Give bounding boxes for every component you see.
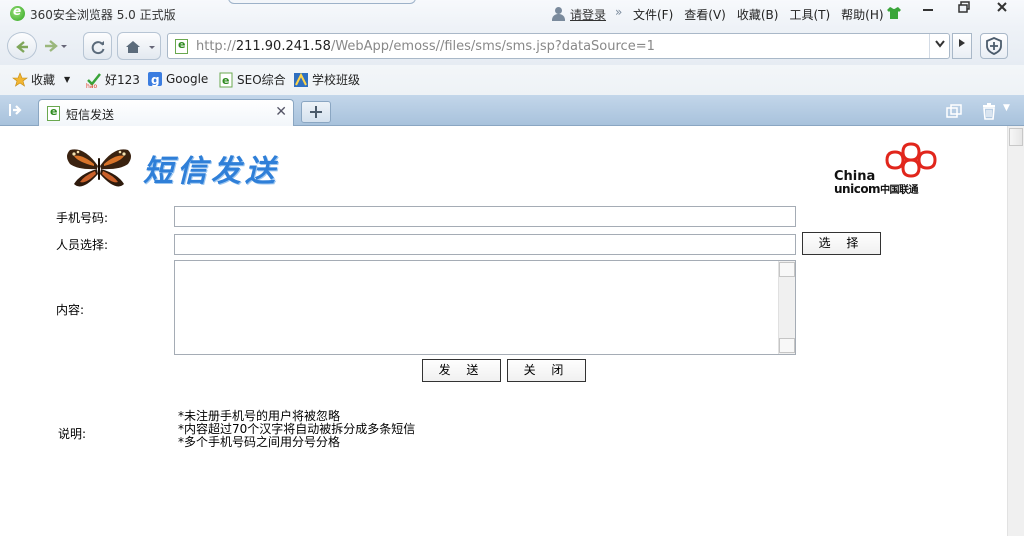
menu-file[interactable]: 文件(F) xyxy=(633,6,673,23)
window-title: 360安全浏览器 5.0 正式版 xyxy=(30,8,176,22)
bookmark-hao123[interactable]: hao 好123 xyxy=(86,71,140,88)
url-text[interactable]: http://211.90.241.58/WebApp/emoss//files… xyxy=(196,39,655,54)
person-select-input[interactable] xyxy=(174,234,796,255)
google-icon: g xyxy=(148,72,162,87)
navigation-bar: http://211.90.241.58/WebApp/emoss//files… xyxy=(0,28,1024,65)
select-person-button[interactable]: 选 择 xyxy=(802,232,881,255)
menu-favorites[interactable]: 收藏(B) xyxy=(737,6,779,23)
page-e-icon: e xyxy=(219,72,233,87)
tab-sms-send[interactable]: 短信发送 ✕ xyxy=(38,99,294,126)
home-button[interactable] xyxy=(117,32,161,60)
unicom-knot-icon xyxy=(885,142,937,178)
url-history-dropdown[interactable] xyxy=(929,34,949,58)
scrollbar-thumb[interactable] xyxy=(1009,128,1023,146)
svg-text:g: g xyxy=(151,73,160,87)
logo-text-cn: 中国联通 xyxy=(880,185,919,196)
notes-list: *未注册手机号的用户将被忽略 *内容超过70个汉字将自动被拆分成多条短信 *多个… xyxy=(178,410,415,449)
star-icon xyxy=(12,71,28,87)
url-prefix: http:// xyxy=(196,39,236,54)
tab-favicon-icon xyxy=(47,105,60,121)
textarea-scrollbar[interactable] xyxy=(778,261,795,354)
bookmark-label: SEO综合 xyxy=(237,73,286,87)
favorites-bar: 收藏 ▼ hao 好123 g Google e SEO综合 学校班级 xyxy=(0,65,1024,95)
tab-close-icon[interactable]: ✕ xyxy=(275,104,287,120)
refresh-icon xyxy=(91,41,105,55)
svg-text:e: e xyxy=(222,74,229,87)
menu-tools[interactable]: 工具(T) xyxy=(789,6,830,23)
menu-chevron-icon: » xyxy=(615,5,623,19)
home-icon xyxy=(126,41,155,53)
forward-button[interactable] xyxy=(38,32,74,60)
shield-icon xyxy=(986,37,1002,55)
arrow-left-icon xyxy=(16,41,28,53)
login-link[interactable]: 请登录 xyxy=(570,6,606,23)
new-tab-button[interactable] xyxy=(301,101,331,123)
bookmark-google[interactable]: g Google xyxy=(147,71,208,87)
security-shield-button[interactable] xyxy=(980,33,1008,59)
close-window-button[interactable] xyxy=(985,0,1019,20)
tab-bar: 短信发送 ✕ ▼ xyxy=(0,95,1024,126)
tab-notch xyxy=(228,0,416,4)
bookmark-seo[interactable]: e SEO综合 xyxy=(218,71,286,88)
url-host: 211.90.241.58 xyxy=(235,39,331,54)
tab-title: 短信发送 xyxy=(66,108,115,122)
school-icon xyxy=(294,72,308,87)
browser-logo-icon xyxy=(10,4,25,21)
bookmark-label: 好123 xyxy=(105,73,140,87)
page-viewport: 短信发送 China unicom中国联通 手机号码: 人员选择: 选 择 内容… xyxy=(0,126,1007,536)
menu-help[interactable]: 帮助(H) xyxy=(841,6,883,23)
phone-label: 手机号码: xyxy=(56,211,109,225)
bookmark-label: 学校班级 xyxy=(312,73,361,87)
skin-shirt-icon[interactable] xyxy=(886,6,902,20)
send-button[interactable]: 发 送 xyxy=(422,359,501,382)
play-icon xyxy=(959,39,965,47)
back-button[interactable] xyxy=(7,32,37,60)
phone-number-input[interactable] xyxy=(174,206,796,227)
menu-view[interactable]: 查看(V) xyxy=(684,6,726,23)
restore-window-button[interactable] xyxy=(947,0,981,20)
refresh-button[interactable] xyxy=(83,32,112,60)
title-bar: 360安全浏览器 5.0 正式版 请登录 » 文件(F) 查看(V) 收藏(B)… xyxy=(0,0,1024,28)
user-icon[interactable] xyxy=(552,7,565,21)
restore-tabs-icon[interactable] xyxy=(946,104,962,118)
note-line: *多个手机号码之间用分号分格 xyxy=(178,435,341,449)
close-button[interactable]: 关 闭 xyxy=(507,359,586,382)
logo-text-unicom: unicom xyxy=(834,182,881,196)
favorites-menu[interactable]: 收藏 ▼ xyxy=(12,71,70,88)
menu-bar: 文件(F) 查看(V) 收藏(B) 工具(T) 帮助(H) xyxy=(633,6,884,23)
bookmark-label: Google xyxy=(166,72,209,86)
logo-text-unicom-line: unicom中国联通 xyxy=(834,181,919,196)
favorites-label: 收藏 xyxy=(31,73,56,87)
notes-label: 说明: xyxy=(58,427,87,441)
scroll-up-button[interactable] xyxy=(779,262,795,277)
message-content-textarea[interactable] xyxy=(174,260,796,355)
minimize-button[interactable] xyxy=(911,0,945,20)
butterfly-logo-icon xyxy=(64,144,134,192)
scroll-down-button[interactable] xyxy=(779,338,795,353)
bookmark-school[interactable]: 学校班级 xyxy=(293,71,360,88)
arrow-right-icon xyxy=(45,40,67,52)
favorites-dropdown-icon: ▼ xyxy=(64,75,71,84)
address-bar[interactable]: http://211.90.241.58/WebApp/emoss//files… xyxy=(167,33,950,59)
sidebar-toggle-icon[interactable] xyxy=(8,102,26,118)
go-button[interactable] xyxy=(952,33,972,59)
svg-text:hao: hao xyxy=(86,83,97,88)
page-banner-title: 短信发送 xyxy=(143,154,279,189)
hao123-icon: hao xyxy=(86,72,101,88)
chevron-down-icon xyxy=(934,40,945,48)
url-path: /WebApp/emoss//files/sms/sms.jsp?dataSou… xyxy=(330,39,655,54)
trash-icon[interactable] xyxy=(980,102,998,120)
page-favicon-icon xyxy=(175,38,188,54)
plus-icon xyxy=(310,106,322,118)
tab-menu-dropdown-icon[interactable]: ▼ xyxy=(1003,103,1010,113)
person-label: 人员选择: xyxy=(56,238,109,252)
china-unicom-logo: China unicom中国联通 xyxy=(834,138,944,198)
content-label: 内容: xyxy=(56,303,85,317)
page-scrollbar[interactable] xyxy=(1007,126,1024,536)
